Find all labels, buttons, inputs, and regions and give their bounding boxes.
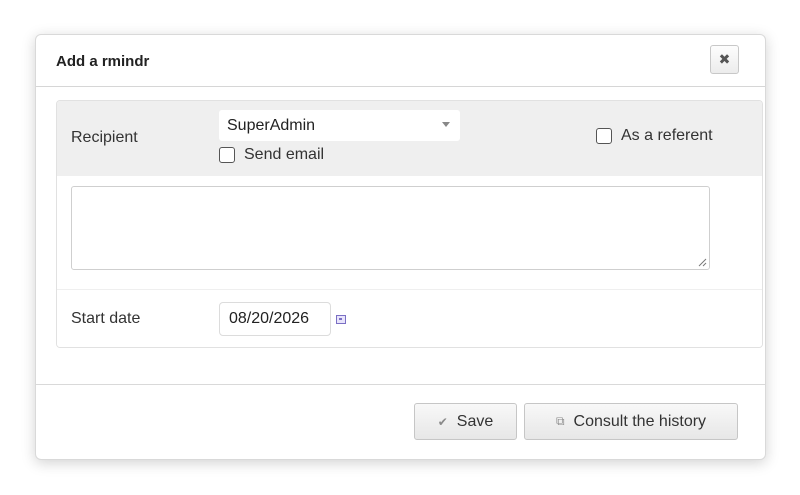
recipient-select[interactable]: SuperAdmin [219,110,460,141]
start-date-row: Start date 08/20/2026 [57,290,762,347]
message-row [57,176,762,290]
send-email-option[interactable]: Send email [219,146,324,164]
recipient-row: Recipient SuperAdmin Send email As a ref… [57,101,762,176]
referent-label: As a referent [621,127,713,144]
close-button[interactable]: ✖ [710,45,739,74]
referent-checkbox[interactable] [596,128,612,144]
start-date-label: Start date [71,310,141,327]
checkmark-icon: ✔ [437,414,448,429]
send-email-checkbox[interactable] [219,147,235,163]
footer-divider [36,384,765,385]
message-textarea[interactable] [71,186,710,270]
save-button-label: Save [456,412,494,430]
add-reminder-dialog: Add a rmindr ✖ Recipient SuperAdmin Send… [35,34,766,460]
recipient-selected-value: SuperAdmin [227,117,316,134]
save-button[interactable]: ✔ Save [414,403,517,440]
calendar-icon[interactable] [336,315,346,324]
start-date-input[interactable]: 08/20/2026 [219,302,331,336]
consult-history-button[interactable]: ⧉ Consult the history [524,403,738,440]
reminder-form: Recipient SuperAdmin Send email As a ref… [56,100,763,348]
send-email-label: Send email [244,146,325,163]
recipient-label: Recipient [71,129,138,146]
consult-history-label: Consult the history [573,412,707,430]
dialog-title: Add a rmindr [56,53,150,70]
close-icon: ✖ [718,51,731,67]
chevron-down-icon [442,122,450,127]
referent-option[interactable]: As a referent [596,127,713,145]
external-link-icon: ⧉ [555,414,565,428]
resize-grip-icon[interactable] [697,257,707,267]
dialog-header: Add a rmindr ✖ [36,35,765,87]
